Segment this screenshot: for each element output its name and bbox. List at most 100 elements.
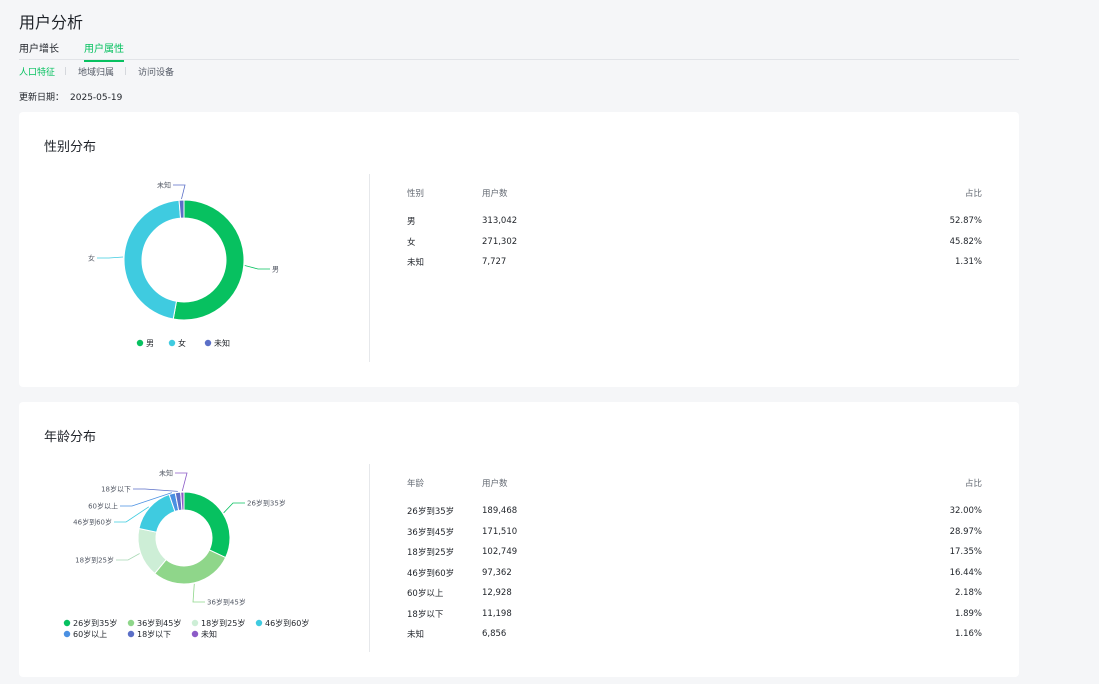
legend-label: 36岁到45岁 [137, 618, 181, 628]
cell-users: 171,510 [482, 526, 518, 537]
legend-dot [255, 619, 263, 627]
update-date-label: 更新日期： [19, 93, 65, 103]
cell-share: 1.16% [954, 629, 982, 640]
legend-dot [191, 619, 199, 627]
legend-label: 未知 [201, 629, 217, 639]
tab-user-growth[interactable]: 用户增长 [19, 40, 59, 61]
cell-age: 36岁到45岁 [407, 527, 455, 538]
cell-users: 97,362 [482, 567, 512, 578]
cell-users: 11,198 [482, 608, 512, 619]
tab-user-attributes[interactable]: 用户属性 [84, 40, 124, 62]
leader-line [192, 583, 205, 603]
cell-users: 6,856 [482, 629, 507, 640]
legend-label: 60岁以上 [73, 629, 107, 639]
pie-slice-1 [154, 549, 227, 585]
slice-label: 未知 [159, 469, 173, 478]
slice-label: 60岁以上 [88, 502, 118, 511]
table-header-row: 性别 用户数 占比 [407, 183, 982, 203]
legend-label: 46岁到60岁 [265, 618, 309, 628]
cell-share: 45.82% [949, 236, 982, 247]
legend-label: 26岁到35岁 [73, 618, 117, 628]
page-title: 用户分析 [19, 13, 84, 32]
update-date: 更新日期： 2025-05-19 [19, 90, 122, 103]
slice-label: 男 [272, 266, 279, 274]
header-share: 占比 [964, 189, 982, 199]
table-spacer [407, 203, 982, 211]
header-gender: 性别 [407, 189, 425, 199]
cell-users: 189,468 [482, 506, 518, 517]
update-date-value: 2025-05-19 [70, 93, 123, 103]
subtab-region[interactable]: 地域归属 [78, 65, 114, 78]
cell-age: 18岁以下 [407, 609, 444, 620]
gender-table: 性别 用户数 占比 男 313,042 52.87% 女 271,302 45.… [407, 183, 982, 273]
gender-pie-chart: 男女未知男女未知 [88, 181, 279, 349]
legend-dot [191, 630, 199, 638]
cell-users: 12,928 [482, 588, 512, 599]
leader-line [173, 184, 186, 200]
table-row: 18岁以下 11,198 1.89% [407, 604, 982, 625]
legend-label: 18岁以下 [137, 629, 171, 639]
cell-share: 52.87% [949, 216, 982, 227]
legend-dot [168, 339, 176, 347]
subtab-separator [125, 67, 126, 75]
table-header-row: 年龄 用户数 占比 [407, 473, 982, 493]
cell-gender: 未知 [407, 258, 425, 269]
slice-label: 未知 [157, 181, 171, 190]
slice-label: 26岁到35岁 [247, 499, 286, 508]
slice-label: 18岁以下 [101, 485, 131, 494]
slice-label: 女 [88, 254, 95, 263]
subtab-separator [65, 67, 66, 75]
legend-label: 男 [146, 339, 154, 348]
table-spacer [407, 493, 982, 501]
pie-slice-1 [123, 199, 182, 320]
legend-label: 未知 [214, 338, 230, 348]
cell-users: 313,042 [482, 216, 518, 227]
table-row: 女 271,302 45.82% [407, 232, 982, 253]
pie-slice-3 [138, 493, 176, 533]
table-row: 36岁到45岁 171,510 28.97% [407, 522, 982, 543]
table-row: 46岁到60岁 97,362 16.44% [407, 563, 982, 584]
gender-card: 性别分布 男女未知男女未知 性别 用户数 占比 男 313,042 52.87%… [19, 112, 1019, 387]
cell-users: 7,727 [482, 257, 507, 268]
legend-label: 18岁到25岁 [201, 618, 245, 628]
legend-dot [127, 619, 135, 627]
tab-bar: 用户增长 用户属性 [19, 40, 1019, 62]
cell-age: 未知 [407, 630, 425, 641]
age-card: 年龄分布 26岁到35岁 36岁到45岁 18岁到25岁 46岁到60岁 60岁以上 18… [19, 402, 1019, 677]
legend-label: 女 [178, 338, 186, 348]
cell-share: 1.89% [954, 608, 982, 619]
header-users: 用户数 [482, 189, 508, 199]
cell-users: 102,749 [482, 547, 518, 558]
leader-line [97, 256, 124, 259]
legend-dot [63, 619, 71, 627]
slice-label: 18岁到25岁 [75, 556, 114, 565]
leader-line [133, 488, 178, 492]
table-row: 男 313,042 52.87% [407, 211, 982, 232]
legend-dot [204, 339, 212, 347]
legend-dot [127, 630, 135, 638]
cell-gender: 女 [407, 237, 416, 248]
cell-share: 16.44% [949, 567, 982, 578]
leader-line [223, 502, 245, 514]
age-table: 年龄 用户数 占比 26岁到35岁 189,468 32.00% 36岁到45岁… [407, 473, 982, 645]
cell-share: 17.35% [949, 547, 982, 558]
header-users: 用户数 [482, 479, 508, 489]
slice-label: 36岁到45岁 [207, 598, 246, 607]
cell-share: 2.18% [954, 588, 982, 599]
pie-slice-0 [183, 491, 231, 559]
legend-dot [63, 630, 71, 638]
table-row: 未知 6,856 1.16% [407, 624, 982, 645]
header-age: 年龄 [407, 479, 425, 489]
table-row: 18岁到25岁 102,749 17.35% [407, 542, 982, 563]
slice-label: 46岁到60岁 [73, 518, 112, 527]
cell-age: 26岁到35岁 [407, 507, 455, 518]
gender-divider [369, 174, 370, 362]
subtab-demographics[interactable]: 人口特征 [19, 65, 55, 78]
cell-users: 271,302 [482, 236, 518, 247]
cell-gender: 男 [407, 217, 416, 228]
cell-age: 18岁到25岁 [407, 548, 455, 559]
age-pie-chart: 26岁到35岁36岁到45岁18岁到25岁46岁到60岁60岁以上18岁以下未知… [63, 469, 309, 639]
cell-share: 28.97% [949, 526, 982, 537]
cell-age: 46岁到60岁 [407, 568, 455, 579]
subtab-device[interactable]: 访问设备 [138, 65, 174, 78]
